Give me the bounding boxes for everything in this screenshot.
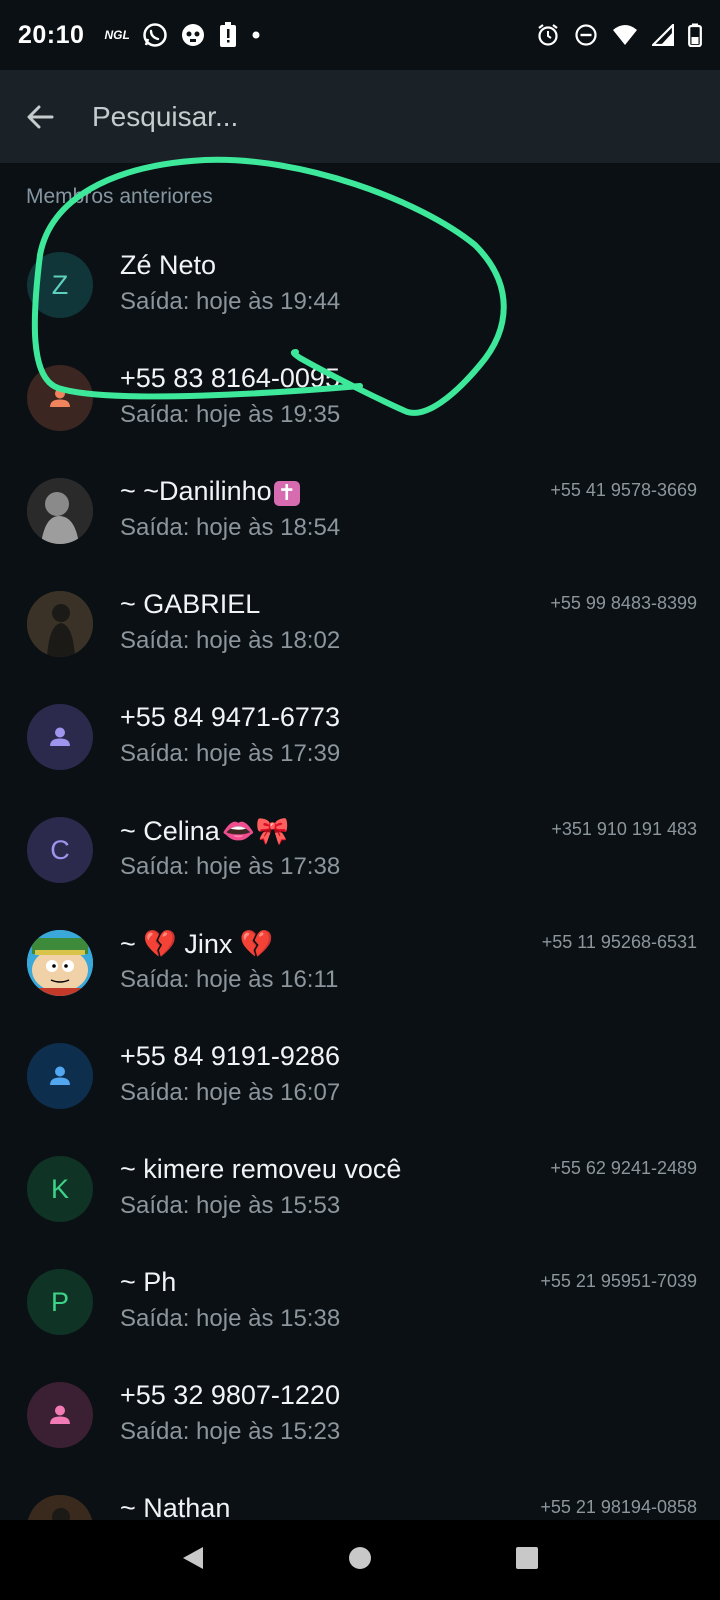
app-icon: [180, 22, 206, 48]
member-row[interactable]: C ~ Celina👄🎀 Saída: hoje às 17:38 +351 910 …: [0, 791, 720, 904]
member-row[interactable]: ~ GABRIEL Saída: hoje às 18:02 +55 99 8483…: [0, 565, 720, 678]
member-name: ~ ~Danilinho ✝: [120, 476, 301, 507]
member-row[interactable]: +55 32 9807-1220 Saída: hoje às 15:23: [0, 1356, 720, 1469]
members-list: Z Zé Neto Saída: hoje às 19:44 +55 83 8164-…: [0, 226, 720, 1582]
member-name-text: ~ GABRIEL: [120, 589, 261, 619]
section-label: Membros anteriores: [26, 185, 213, 208]
member-left-time: Saída: hoje às 18:02: [120, 627, 341, 654]
search-header: [0, 70, 720, 163]
member-phone: +351 910 191 483: [551, 819, 697, 839]
member-name-text: +55 32 9807-1220: [120, 1380, 340, 1410]
member-left-time: Saída: hoje às 19:44: [120, 288, 341, 315]
member-left-time: Saída: hoje às 15:53: [120, 1192, 341, 1219]
member-name-text: ~ 💔 Jinx 💔: [120, 929, 274, 959]
recents-square-icon[interactable]: [513, 1544, 541, 1577]
member-name: ~ kimere removeu você: [120, 1154, 401, 1185]
system-nav-bar: [0, 1520, 720, 1600]
member-phone: +55 41 9578-3669: [550, 480, 697, 500]
name-emoji: ✝: [273, 481, 301, 506]
member-phone: +55 11 95268-6531: [541, 932, 697, 952]
member-phone: +55 21 95951-7039: [540, 1271, 697, 1291]
member-phone: +55 62 9241-2489: [550, 1158, 697, 1178]
battery-alert-icon: [218, 22, 238, 48]
ngl-icon: NGL: [104, 28, 130, 42]
member-name-text: Zé Neto: [120, 250, 217, 280]
member-name-text: ~ kimere removeu você: [120, 1154, 402, 1184]
member-phone: +55 99 8483-8399: [550, 593, 697, 613]
member-row[interactable]: ~ ~Danilinho ✝ Saída: hoje às 18:54 +55 41 …: [0, 452, 720, 565]
search-input[interactable]: [92, 86, 720, 147]
member-name: ~ GABRIEL: [120, 589, 260, 620]
avatar: P: [27, 1269, 93, 1335]
signal-icon: [652, 24, 674, 46]
member-row[interactable]: +55 84 9191-9286 Saída: hoje às 16:07: [0, 1017, 720, 1130]
member-left-time: Saída: hoje às 17:38: [120, 853, 341, 880]
member-row[interactable]: +55 83 8164-0095 Saída: hoje às 19:35: [0, 339, 720, 452]
member-left-time: Saída: hoje às 18:54: [120, 514, 341, 541]
dot-icon: [250, 29, 262, 41]
battery-icon: [688, 23, 702, 47]
back-triangle-icon[interactable]: [179, 1544, 207, 1577]
member-name-text: +55 84 9471-6773: [120, 702, 340, 732]
avatar: [27, 591, 93, 657]
status-bar: 20:10 NGL: [0, 0, 720, 70]
person-icon: [27, 704, 93, 770]
member-name-text: +55 83 8164-0095: [120, 363, 340, 393]
member-name-text: ~ ~Danilinho: [120, 476, 272, 506]
avatar: Z: [27, 252, 93, 318]
avatar: [27, 478, 93, 544]
member-phone: +55 21 98194-0858: [540, 1497, 697, 1517]
member-left-time: Saída: hoje às 16:07: [120, 1079, 341, 1106]
member-name: ~ Ph: [120, 1267, 176, 1298]
avatar: K: [27, 1156, 93, 1222]
member-left-time: Saída: hoje às 16:11: [120, 966, 339, 993]
home-circle-icon[interactable]: [346, 1544, 374, 1577]
avatar: C: [27, 817, 93, 883]
member-left-time: Saída: hoje às 15:38: [120, 1305, 341, 1332]
member-row[interactable]: P ~ Ph Saída: hoje às 15:38 +55 21 95951-70…: [0, 1243, 720, 1356]
member-name: ~ 💔 Jinx 💔: [120, 928, 274, 960]
dnd-icon: [574, 23, 598, 47]
alarm-icon: [536, 23, 560, 47]
member-row[interactable]: +55 84 9471-6773 Saída: hoje às 17:39: [0, 678, 720, 791]
member-name: +55 84 9471-6773: [120, 702, 340, 733]
member-name-text: ~ Ph: [120, 1267, 177, 1297]
whatsapp-icon: [142, 22, 168, 48]
member-row[interactable]: ~ 💔 Jinx 💔 Saída: hoje às 16:11 +55 11 952…: [0, 904, 720, 1017]
arrow-left-icon: [27, 105, 54, 128]
person-icon: [27, 365, 93, 431]
person-icon: [27, 1043, 93, 1109]
person-icon: [27, 1382, 93, 1448]
wifi-icon: [612, 24, 638, 46]
status-time: 20:10: [18, 20, 85, 49]
member-left-time: Saída: hoje às 15:23: [120, 1418, 341, 1445]
member-left-time: Saída: hoje às 19:35: [120, 401, 341, 428]
member-name: ~ Celina👄🎀: [120, 815, 289, 847]
member-name: +55 32 9807-1220: [120, 1380, 340, 1411]
back-button[interactable]: [0, 70, 80, 163]
member-name: +55 84 9191-9286: [120, 1041, 340, 1072]
member-row[interactable]: K ~ kimere removeu você Saída: hoje às 15:…: [0, 1130, 720, 1243]
member-name-text: +55 84 9191-9286: [120, 1041, 340, 1071]
avatar: [27, 930, 93, 996]
member-name-text: ~ Nathan: [120, 1493, 231, 1523]
member-left-time: Saída: hoje às 17:39: [120, 740, 341, 767]
member-name: Zé Neto: [120, 250, 216, 281]
member-name: +55 83 8164-0095: [120, 363, 340, 394]
name-emoji: 👄🎀: [221, 816, 290, 847]
member-name-text: ~ Celina: [120, 816, 220, 846]
member-row[interactable]: Z Zé Neto Saída: hoje às 19:44: [0, 226, 720, 339]
